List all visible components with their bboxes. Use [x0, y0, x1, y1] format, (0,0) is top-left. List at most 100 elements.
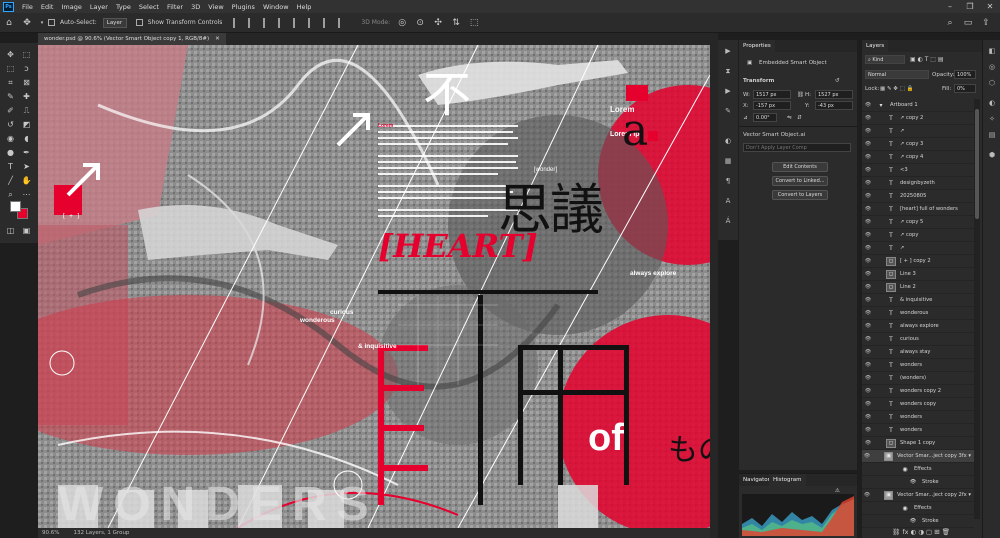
- align-right-icon[interactable]: [263, 17, 274, 28]
- play-icon[interactable]: ▶: [723, 46, 733, 56]
- layer-row[interactable]: 👁 Tcurious: [862, 333, 974, 346]
- visibility-eye-icon[interactable]: 👁: [862, 323, 874, 329]
- layers-scroll-thumb[interactable]: [975, 109, 979, 219]
- menu-3d[interactable]: 3D: [187, 3, 204, 11]
- layer-row[interactable]: 👁 ▣ Vector Smar...ject copy 2 fx ▾: [862, 489, 974, 502]
- visibility-eye-icon[interactable]: 👁: [862, 141, 874, 147]
- layer-row[interactable]: 👁 Tdesignbyzeth: [862, 177, 974, 190]
- hand-tool-icon[interactable]: ✋: [21, 175, 32, 186]
- document-info[interactable]: 132 Layers, 1 Group: [73, 530, 129, 536]
- slide-3d-icon[interactable]: ⇅: [450, 17, 462, 29]
- visibility-eye-icon[interactable]: 👁: [862, 102, 874, 108]
- layer-row[interactable]: 👁 ◻ Line 2: [862, 281, 974, 294]
- layer-row[interactable]: 👁 T ↗: [862, 125, 974, 138]
- visibility-eye-icon[interactable]: 👁: [862, 180, 874, 186]
- show-transform-checkbox[interactable]: [135, 19, 143, 26]
- workspace-icon[interactable]: ▭: [962, 17, 974, 29]
- reset-transform-icon[interactable]: ↺: [835, 78, 840, 84]
- layer-row[interactable]: 👁 T (wonders): [862, 372, 974, 385]
- canvas[interactable]: Lorem Lorem Ip Lorem a 不 思議 [HEART] [won…: [38, 45, 710, 528]
- visibility-eye-icon[interactable]: 👁: [862, 453, 872, 459]
- layer-comp-dropdown[interactable]: Don't Apply Layer Comp: [743, 143, 851, 152]
- libraries-icon[interactable]: ▤: [987, 130, 997, 140]
- pan-3d-icon[interactable]: ✣: [432, 17, 444, 29]
- menu-image[interactable]: Image: [57, 3, 85, 11]
- layer-actions[interactable]: ⛓ fx ◐ ◑ ▢ ⊞ 🗑: [892, 528, 950, 536]
- convert-to-layers-button[interactable]: Convert to Layers: [772, 190, 828, 200]
- layer-row[interactable]: 👁 T ↗ copy 2: [862, 112, 974, 125]
- layer-row[interactable]: 👁 Twonderous: [862, 307, 974, 320]
- visibility-eye-icon[interactable]: 👁: [862, 245, 874, 251]
- align-bottom-icon[interactable]: [308, 17, 319, 28]
- minimize-icon[interactable]: –: [940, 0, 960, 13]
- dodge-tool-icon[interactable]: ●: [5, 147, 16, 158]
- visibility-eye-icon[interactable]: 👁: [862, 154, 874, 160]
- visibility-eye-icon[interactable]: 👁: [862, 440, 874, 446]
- flip-horizontal-icon[interactable]: ⇋: [787, 115, 792, 121]
- layer-row[interactable]: 👁 T <3: [862, 164, 974, 177]
- history-icon[interactable]: ⧗: [723, 66, 733, 76]
- layer-filter-icons[interactable]: ▣ ◐ T ⬚ ▤: [910, 56, 944, 63]
- more-options-icon[interactable]: [338, 17, 349, 28]
- styles-icon[interactable]: ⬢: [987, 150, 997, 160]
- menu-file[interactable]: File: [18, 3, 37, 11]
- layer-row[interactable]: ◉ Effects: [862, 463, 974, 476]
- visibility-eye-icon[interactable]: 👁: [862, 206, 874, 212]
- visibility-eye-icon[interactable]: 👁: [862, 388, 874, 394]
- edit-contents-button[interactable]: Edit Contents: [772, 162, 828, 172]
- lock-icons[interactable]: ▦ ✎ ✥ ⬚ 🔒: [880, 86, 913, 92]
- menu-select[interactable]: Select: [135, 3, 163, 11]
- foreground-color-swatch[interactable]: [10, 201, 21, 212]
- layer-fx-icon[interactable]: fx ▾: [962, 453, 971, 459]
- layer-row[interactable]: 👁 Talways stay: [862, 346, 974, 359]
- spot-healing-tool-icon[interactable]: ✚: [21, 91, 32, 102]
- menu-type[interactable]: Type: [112, 3, 135, 11]
- layer-row[interactable]: 👁 Twonders: [862, 359, 974, 372]
- opacity-input[interactable]: 100%: [954, 70, 976, 79]
- artboard-tool-icon[interactable]: ⬚: [21, 49, 32, 60]
- visibility-eye-icon[interactable]: 👁: [862, 492, 872, 498]
- screen-mode-icon[interactable]: ▣: [21, 225, 32, 236]
- height-input[interactable]: 1527 px: [815, 90, 853, 99]
- menu-plugins[interactable]: Plugins: [228, 3, 259, 11]
- search-icon[interactable]: ⌕: [944, 17, 956, 29]
- layer-row[interactable]: 👁 ◻ Line 3: [862, 268, 974, 281]
- auto-select-target-dropdown[interactable]: Layer: [102, 17, 127, 28]
- layer-row[interactable]: 👁 T ↗ copy: [862, 229, 974, 242]
- glyphs-icon[interactable]: Á: [723, 216, 733, 226]
- share-icon[interactable]: ⇪: [980, 17, 992, 29]
- home-icon[interactable]: ⌂: [3, 17, 15, 29]
- layer-row[interactable]: 👁 ▣ Vector Smar...ject copy 3 fx ▾: [862, 450, 974, 463]
- paragraph-icon[interactable]: ¶: [723, 176, 733, 186]
- maximize-icon[interactable]: ❐: [960, 0, 980, 13]
- layer-row[interactable]: 👁 T 20250805: [862, 190, 974, 203]
- link-icon[interactable]: ⛓: [797, 92, 804, 98]
- eyedropper-tool-icon[interactable]: ✎: [5, 91, 16, 102]
- layer-row[interactable]: 👁 T [heart] full of wonders: [862, 203, 974, 216]
- learn-icon[interactable]: ✧: [987, 114, 997, 124]
- visibility-eye-icon[interactable]: 👁: [862, 232, 874, 238]
- layer-row[interactable]: 👁 Stroke: [862, 476, 974, 489]
- menu-edit[interactable]: Edit: [37, 3, 58, 11]
- layers-scrollbar[interactable]: [974, 99, 980, 519]
- menu-filter[interactable]: Filter: [163, 3, 187, 11]
- align-middle-icon[interactable]: [293, 17, 304, 28]
- layer-row[interactable]: 👁 T & inquisitive: [862, 294, 974, 307]
- fill-input[interactable]: 0%: [954, 84, 976, 93]
- character-icon[interactable]: A: [723, 196, 733, 206]
- visibility-eye-icon[interactable]: 👁: [862, 258, 874, 264]
- pen-tool-icon[interactable]: ✒: [21, 147, 32, 158]
- quick-mask-icon[interactable]: ◫: [5, 225, 16, 236]
- close-tab-icon[interactable]: ✕: [215, 36, 220, 42]
- visibility-eye-icon[interactable]: 👁: [862, 349, 874, 355]
- layer-row[interactable]: 👁 Stroke: [862, 515, 974, 528]
- frame-tool-icon[interactable]: ⊠: [21, 77, 32, 88]
- zoom-level[interactable]: 90.6%: [42, 530, 59, 536]
- orbit-3d-icon[interactable]: ◎: [396, 17, 408, 29]
- brush-tool-icon[interactable]: ✐: [5, 105, 16, 116]
- align-top-icon[interactable]: [278, 17, 289, 28]
- chevron-down-icon[interactable]: ▾: [39, 17, 45, 29]
- paths-icon[interactable]: ⬡: [987, 78, 997, 88]
- histogram-tab[interactable]: Histogram: [769, 474, 806, 486]
- x-input[interactable]: -157 px: [753, 101, 791, 110]
